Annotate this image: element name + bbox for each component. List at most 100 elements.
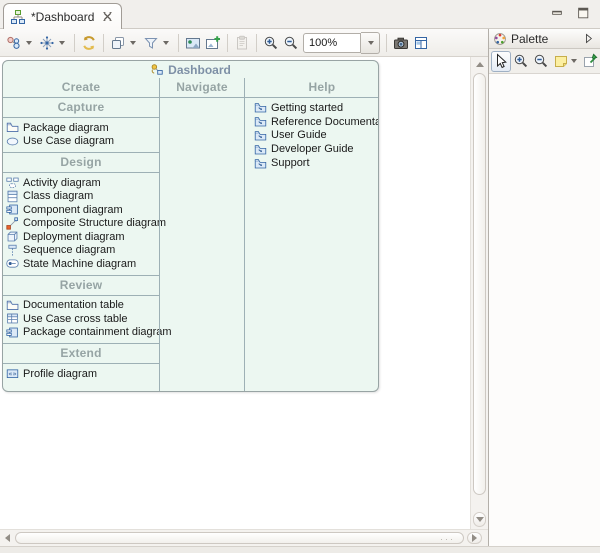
deployment-icon	[6, 230, 19, 243]
composite-icon	[6, 217, 19, 230]
help-item-developer-guide[interactable]: Developer Guide	[251, 142, 379, 156]
dashboard-item-composite-structure-diagram[interactable]: Composite Structure diagram	[3, 217, 159, 231]
right-arrow-icon	[472, 534, 477, 542]
help-folder-icon	[254, 101, 267, 114]
item-label: State Machine diagram	[23, 258, 136, 270]
zoom-level-combo: 100%	[303, 32, 380, 54]
section-header-extend: Extend	[3, 344, 159, 364]
section-header-capture: Capture	[3, 98, 159, 118]
palette-title: Palette	[511, 32, 548, 46]
item-label: Class diagram	[23, 190, 93, 202]
sequence-icon	[6, 244, 19, 257]
filter-icon	[143, 35, 159, 51]
help-item-reference-documentation[interactable]: Reference Documentation	[251, 115, 379, 129]
section-items-capture: Package diagramUse Case diagram	[3, 118, 159, 153]
class-icon	[6, 190, 19, 203]
synchronize-button[interactable]	[79, 32, 99, 54]
picture-add-icon	[205, 35, 221, 51]
folder-icon	[6, 121, 19, 134]
profile-icon: «»	[6, 367, 19, 380]
item-label: Support	[271, 157, 310, 169]
editor-area: 100% Dashboard Create CapturePackage dia…	[0, 29, 488, 546]
zoom-in-button[interactable]	[261, 32, 281, 54]
folder-icon	[6, 299, 19, 312]
section-items-review: Documentation tableUse Case cross tableP…	[3, 296, 159, 345]
help-item-getting-started[interactable]: Getting started	[251, 101, 379, 115]
zoom-in-tool[interactable]	[511, 51, 531, 72]
zoom-out-tool[interactable]	[531, 51, 551, 72]
section-review: ReviewDocumentation tableUse Case cross …	[3, 276, 159, 345]
sync-icon	[81, 35, 97, 51]
cursor-icon	[493, 53, 509, 69]
add-picture-button[interactable]	[203, 32, 223, 54]
toolbar-separator	[386, 34, 387, 52]
dashboard-item-use-case-cross-table[interactable]: Use Case cross table	[3, 312, 159, 326]
palette-body[interactable]	[489, 74, 600, 546]
chevron-down-icon	[571, 59, 577, 63]
item-label: Use Case diagram	[23, 135, 114, 147]
scroll-right-button[interactable]	[467, 532, 482, 544]
filters-button[interactable]	[141, 32, 174, 54]
camera-icon	[393, 35, 409, 51]
snapshot-button[interactable]	[391, 32, 411, 54]
help-item-support[interactable]: Support	[251, 156, 379, 170]
canvas-vertical-scrollbar[interactable]	[470, 57, 488, 529]
palette-toolbar	[489, 49, 600, 74]
minimize-button[interactable]	[550, 6, 564, 19]
item-label: User Guide	[271, 129, 327, 141]
horizontal-scroll-thumb[interactable]: ···	[15, 532, 464, 544]
item-label: Composite Structure diagram	[23, 217, 166, 229]
select-tool[interactable]	[491, 51, 511, 72]
maximize-button[interactable]	[576, 6, 590, 19]
zoom-out-button[interactable]	[281, 32, 301, 54]
dashboard-item-sequence-diagram[interactable]: Sequence diagram	[3, 244, 159, 258]
copy-icon	[110, 35, 126, 51]
item-label: Use Case cross table	[23, 313, 128, 325]
item-label: Deployment diagram	[23, 231, 125, 243]
link-tool[interactable]	[580, 51, 600, 72]
item-label: Getting started	[271, 102, 343, 114]
collapse-arrow-icon[interactable]	[582, 32, 595, 45]
help-folder-icon	[254, 143, 267, 156]
zoom-in-icon	[513, 53, 529, 69]
dashboard-panel-title: Dashboard	[3, 61, 378, 78]
section-capture: CapturePackage diagramUse Case diagram	[3, 98, 159, 153]
dashboard-title-text: Dashboard	[168, 63, 231, 77]
diagram-elements-button[interactable]	[4, 32, 37, 54]
dashboard-item-use-case-diagram[interactable]: Use Case diagram	[3, 135, 159, 149]
zoom-level-input[interactable]: 100%	[303, 33, 361, 53]
dashboard-item-class-diagram[interactable]: Class diagram	[3, 190, 159, 204]
zoom-out-icon	[533, 53, 549, 69]
up-arrow-icon	[476, 62, 484, 67]
vertical-scroll-thumb[interactable]	[473, 73, 486, 495]
dashboard-item-state-machine-diagram[interactable]: State Machine diagram	[3, 257, 159, 271]
palette-header[interactable]: Palette	[489, 29, 600, 49]
item-label: Package containment diagram	[23, 326, 172, 338]
dashboard-item-package-containment-diagram[interactable]: Package containment diagram	[3, 326, 159, 340]
scroll-down-button[interactable]	[473, 512, 486, 527]
dashboard-item-package-diagram[interactable]: Package diagram	[3, 121, 159, 135]
dashboard-item-deployment-diagram[interactable]: Deployment diagram	[3, 230, 159, 244]
scroll-up-button[interactable]	[473, 58, 486, 71]
diagram-canvas[interactable]: Dashboard Create CapturePackage diagramU…	[0, 57, 470, 529]
routing-style-button[interactable]	[37, 32, 70, 54]
column-help: Help Getting startedReference Documentat…	[245, 78, 379, 391]
zoom-level-dropdown-button[interactable]	[361, 32, 380, 54]
toolbar-separator	[256, 34, 257, 52]
copy-appearance-button[interactable]	[108, 32, 141, 54]
dashboard-panel: Dashboard Create CapturePackage diagramU…	[2, 60, 379, 392]
help-item-user-guide[interactable]: User Guide	[251, 129, 379, 143]
dashboard-item-documentation-table[interactable]: Documentation table	[3, 299, 159, 313]
dashboard-item-activity-diagram[interactable]: Activity diagram	[3, 176, 159, 190]
insert-picture-button[interactable]	[183, 32, 203, 54]
canvas-horizontal-scrollbar[interactable]: ···	[0, 529, 488, 546]
scroll-left-button[interactable]	[1, 532, 14, 544]
note-tool[interactable]	[551, 51, 580, 72]
application-window: *Dashboard 100% Dashboard	[0, 0, 600, 553]
close-icon[interactable]	[101, 10, 114, 23]
diagram-overview-button[interactable]	[411, 32, 431, 54]
tab-dashboard[interactable]: *Dashboard	[3, 3, 122, 29]
dashboard-item-component-diagram[interactable]: Component diagram	[3, 203, 159, 217]
dashboard-item-profile-diagram[interactable]: «»Profile diagram	[3, 367, 159, 381]
zoom-in-icon	[263, 35, 279, 51]
